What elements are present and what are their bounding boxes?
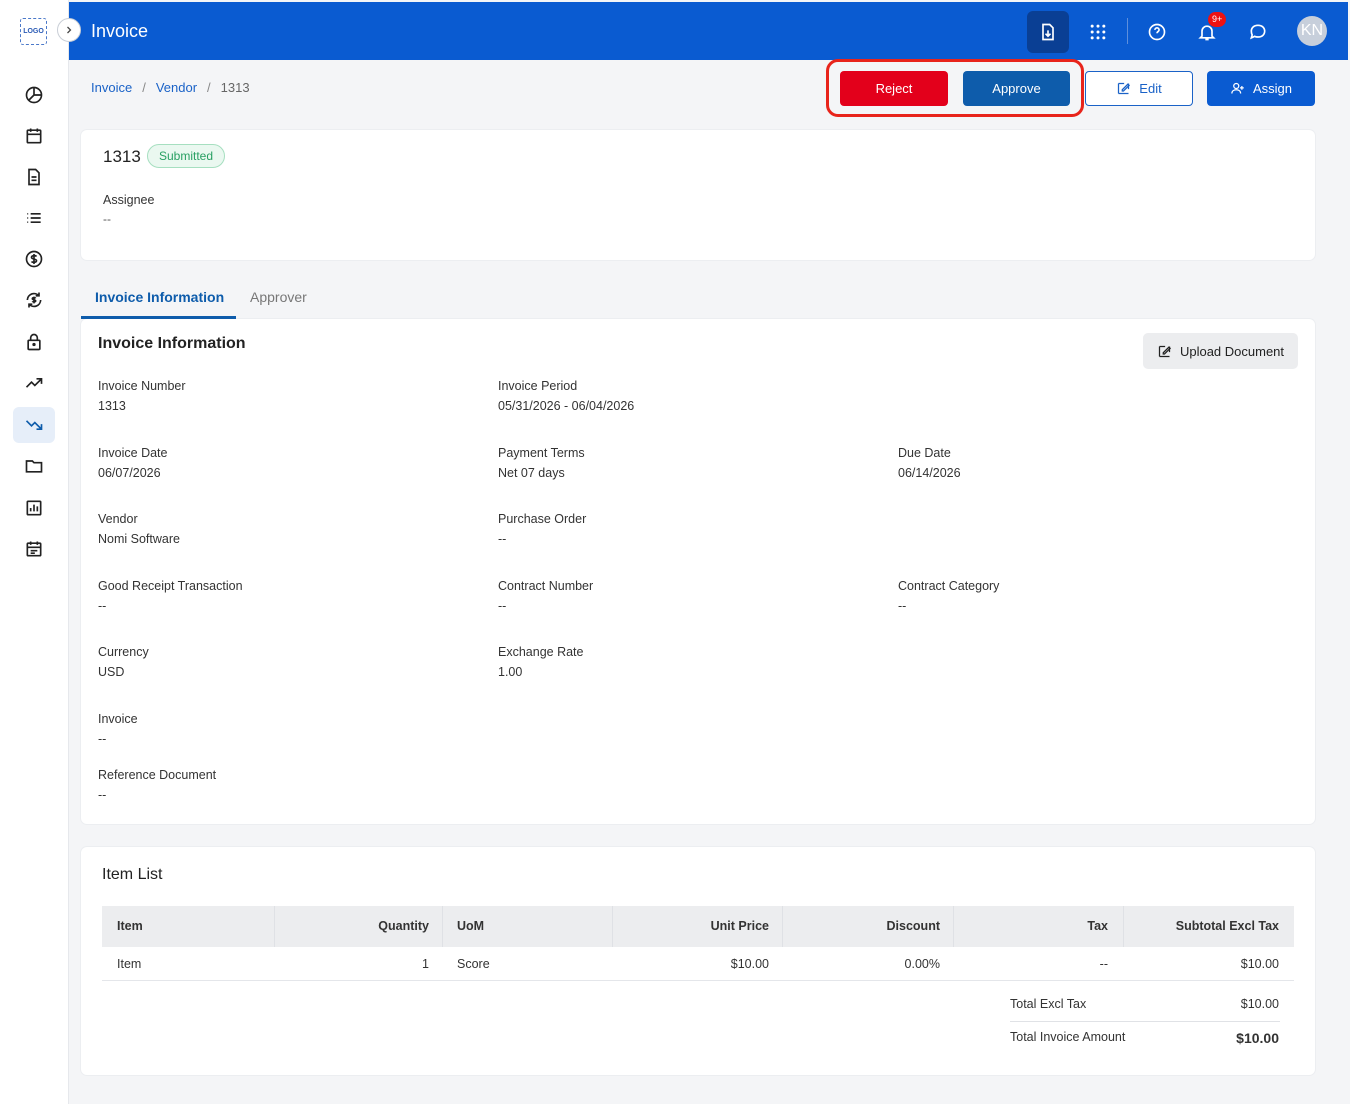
help-icon[interactable]: [1136, 11, 1178, 53]
cell-item: Item: [117, 957, 142, 971]
dollar-icon[interactable]: [13, 241, 55, 277]
total-excl-tax-value: $10.00: [1240, 997, 1279, 1011]
breadcrumb-invoice[interactable]: Invoice: [91, 80, 132, 95]
col-uom: UoM: [457, 919, 485, 933]
col-unit-price: Unit Price: [710, 919, 769, 933]
field-contract-number: Contract Number --: [498, 579, 594, 613]
trend-down-icon[interactable]: [13, 407, 55, 443]
breadcrumb-current: 1313: [220, 80, 250, 95]
folder-icon[interactable]: [13, 448, 55, 484]
dashboard-icon[interactable]: [13, 77, 55, 113]
breadcrumb: Invoice / Vendor/1313: [91, 80, 250, 95]
field-invoice-number: Invoice Number 1313: [98, 379, 186, 413]
reject-button[interactable]: Reject: [840, 71, 948, 106]
total-excl-tax-label: Total Excl Tax: [1010, 997, 1087, 1011]
col-discount: Discount: [886, 919, 940, 933]
totals-divider: [1010, 1021, 1280, 1022]
invoice-information-card: Invoice Information Upload Document Invo…: [81, 319, 1315, 824]
document-icon[interactable]: [13, 159, 55, 195]
field-payment-terms: Payment Terms Net 07 days: [498, 446, 585, 480]
approve-button[interactable]: Approve: [963, 71, 1070, 106]
lock-icon[interactable]: [13, 324, 55, 360]
upload-document-label: Upload Document: [1179, 343, 1285, 359]
field-exchange-rate: Exchange Rate 1.00: [498, 645, 584, 679]
logo: LOGO: [20, 18, 47, 45]
cell-tax: --: [1099, 957, 1108, 971]
item-list-title: Item List: [102, 866, 163, 883]
edit-label: Edit: [1139, 81, 1162, 96]
list-icon[interactable]: [13, 200, 55, 236]
avatar[interactable]: KN: [1297, 16, 1327, 46]
schedule-icon[interactable]: [13, 531, 55, 567]
chat-icon[interactable]: [1237, 11, 1279, 53]
field-purchase-order: Purchase Order --: [498, 512, 587, 546]
status-badge: Submitted: [147, 144, 226, 168]
apps-grid-icon[interactable]: [1077, 11, 1119, 53]
sidebar-expand-button[interactable]: [57, 18, 81, 42]
field-good-receipt-transaction: Good Receipt Transaction --: [98, 579, 243, 613]
field-invoice-period: Invoice Period 05/31/2026 - 06/04/2026: [498, 379, 635, 413]
total-invoice-amount-value: $10.00: [1236, 1030, 1279, 1046]
assign-button[interactable]: Assign: [1207, 71, 1315, 106]
tab-approver[interactable]: Approver: [250, 289, 307, 305]
table-header: Item Quantity UoM Unit Price Discount Ta…: [102, 906, 1294, 947]
exchange-icon[interactable]: [13, 282, 55, 318]
field-reference-document: Reference Document --: [98, 768, 217, 802]
sidebar: LOGO: [0, 0, 69, 1104]
total-invoice-amount-label: Total Invoice Amount: [1010, 1030, 1126, 1044]
edit-button[interactable]: Edit: [1085, 71, 1193, 106]
col-quantity: Quantity: [378, 919, 429, 933]
active-tab-indicator: [81, 316, 236, 319]
cell-quantity: 1: [422, 957, 429, 971]
notification-badge: 9+: [1208, 12, 1227, 27]
item-list-card: Item List Item Quantity UoM Unit Price D…: [81, 847, 1315, 1075]
edit-icon: [1118, 82, 1131, 95]
assignee-value: --: [103, 212, 111, 226]
field-currency: Currency USD: [98, 645, 149, 679]
upload-document-button[interactable]: Upload Document: [1143, 333, 1298, 369]
invoice-summary-card: 1313 Submitted Assignee --: [81, 130, 1315, 260]
download-document-icon[interactable]: [1027, 11, 1069, 53]
top-header: Invoice 9+ KN: [69, 2, 1348, 60]
field-invoice-date: Invoice Date 06/07/2026: [98, 446, 168, 480]
breadcrumb-vendor[interactable]: Vendor: [156, 80, 197, 95]
report-icon[interactable]: [13, 490, 55, 526]
field-due-date: Due Date 06/14/2026: [898, 446, 961, 480]
field-contract-category: Contract Category --: [898, 579, 1000, 613]
cell-uom: Score: [457, 957, 490, 971]
add-user-icon: [1231, 82, 1244, 94]
assignee-label: Assignee: [103, 193, 155, 207]
page-title: Invoice: [91, 21, 149, 41]
table-row: Item 1 Score $10.00 0.00% -- $10.00: [102, 947, 1294, 981]
calendar-icon[interactable]: [13, 118, 55, 154]
field-vendor: Vendor Nomi Software: [98, 512, 180, 546]
col-tax: Tax: [1087, 919, 1108, 933]
header-divider: [1127, 18, 1128, 44]
tab-invoice-information[interactable]: Invoice Information: [95, 289, 224, 305]
cell-subtotal: $10.00: [1240, 957, 1279, 971]
col-item: Item: [117, 919, 143, 933]
cell-discount: 0.00%: [904, 957, 940, 971]
field-invoice: Invoice --: [98, 712, 138, 746]
assign-label: Assign: [1252, 81, 1293, 96]
trend-up-icon[interactable]: [13, 365, 55, 401]
edit-icon: [1158, 345, 1171, 357]
col-subtotal: Subtotal Excl Tax: [1175, 919, 1279, 933]
section-title: Invoice Information: [98, 335, 246, 352]
chevron-right-icon: [67, 26, 72, 34]
cell-unit-price: $10.00: [730, 957, 769, 971]
invoice-number-heading: 1313: [103, 147, 141, 166]
